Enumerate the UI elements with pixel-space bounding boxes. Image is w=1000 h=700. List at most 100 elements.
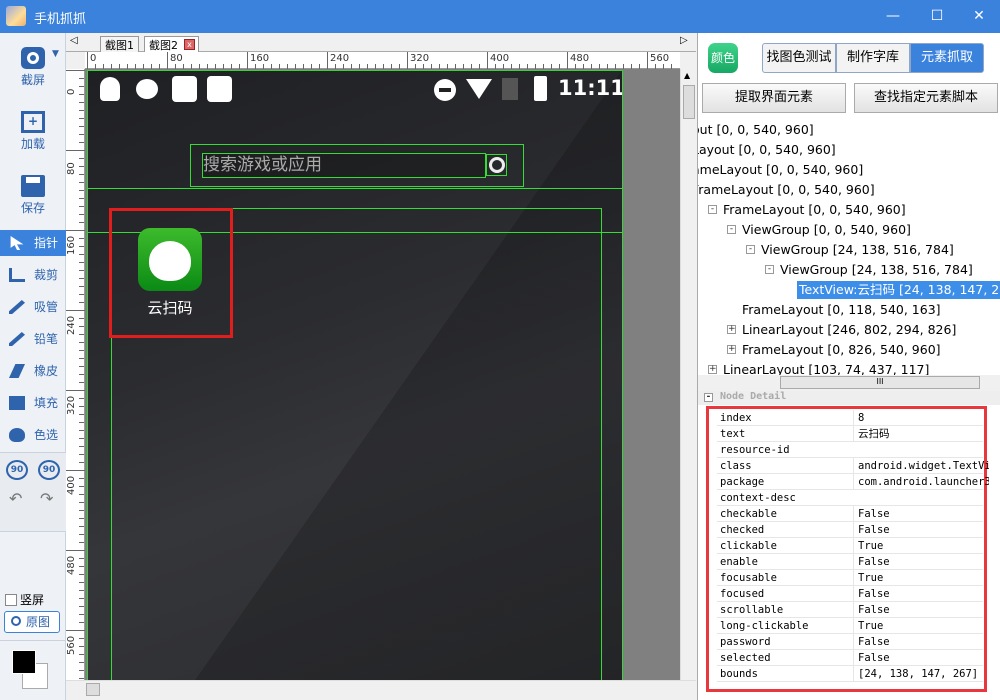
ruler-tick <box>79 662 84 663</box>
phone-screenshot[interactable]: 11:11 搜索游戏或应用 云扫码 <box>87 70 623 680</box>
color-badge[interactable]: 颜色 <box>708 43 738 73</box>
scroll-up-icon[interactable]: ▲ <box>684 71 690 80</box>
status-time: 11:11 <box>558 76 623 100</box>
tree-node[interactable]: LinearLayout [246, 802, 294, 826] <box>742 321 956 339</box>
checkbox-icon[interactable] <box>5 593 17 606</box>
expand-icon[interactable]: + <box>708 365 717 374</box>
collapse-icon[interactable]: - <box>727 225 736 234</box>
detail-value[interactable]: True <box>853 570 989 586</box>
tool-label: 裁剪 <box>34 268 59 282</box>
save-button[interactable]: 保存 <box>0 167 66 229</box>
tab-close-icon[interactable]: x <box>184 39 195 50</box>
tree-node[interactable]: ViewGroup [0, 0, 540, 960] <box>742 221 911 239</box>
detail-value[interactable]: False <box>853 586 989 602</box>
expand-icon[interactable]: + <box>727 325 736 334</box>
detail-value[interactable]: android.widget.TextView <box>853 458 989 474</box>
screenshot-button[interactable]: 截屏 ▼ <box>0 39 66 101</box>
detail-value[interactable]: com.android.launcher3 <box>853 474 989 490</box>
rotate-left-button[interactable]: 90 <box>6 460 28 480</box>
tree-node[interactable]: FrameLayout [0, 118, 540, 163] <box>742 301 941 319</box>
tool-eraser[interactable]: 橡皮 <box>0 358 66 384</box>
tool-palette[interactable]: 色选 <box>0 422 66 448</box>
tool-crop[interactable]: 裁剪 <box>0 262 66 288</box>
collapse-icon[interactable]: - <box>708 205 717 214</box>
scrollbar-thumb[interactable] <box>86 683 100 696</box>
app-label[interactable]: 云扫码 <box>128 297 212 318</box>
collapse-icon[interactable]: - <box>746 245 755 254</box>
extract-elements-button[interactable]: 提取界面元素 <box>702 83 846 113</box>
scrollbar-thumb[interactable]: III <box>780 376 980 389</box>
tree-node[interactable]: ViewGroup [24, 138, 516, 784] <box>780 261 973 279</box>
ruler-tick <box>79 294 84 295</box>
node-detail-header[interactable]: - Node Detail <box>698 391 1000 405</box>
tool-pencil[interactable]: 铅笔 <box>0 326 66 352</box>
tool-eyedropper[interactable]: 吸管 <box>0 294 66 320</box>
tool-label: 吸管 <box>34 300 59 314</box>
tree-horizontal-scrollbar[interactable]: III <box>698 375 1000 391</box>
detail-value[interactable]: False <box>853 634 989 650</box>
detail-value[interactable]: False <box>853 650 989 666</box>
ruler-tick <box>647 52 648 69</box>
dropdown-arrow-icon[interactable]: ▼ <box>52 49 59 59</box>
search-button[interactable] <box>486 154 507 176</box>
detail-value[interactable]: False <box>853 602 989 618</box>
tree-node[interactable]: ameLayout [0, 0, 540, 960] <box>698 161 863 179</box>
detail-value[interactable]: [24, 138, 147, 267] <box>853 666 989 682</box>
detail-key: enable <box>720 556 758 568</box>
detail-value[interactable]: False <box>853 522 989 538</box>
ruler-tick <box>79 270 84 271</box>
canvas-area[interactable]: 11:11 搜索游戏或应用 云扫码 <box>85 69 680 680</box>
detail-value[interactable]: True <box>853 618 989 634</box>
detail-value[interactable]: 云扫码 <box>853 426 989 442</box>
tool-label: 铅笔 <box>34 332 59 346</box>
ruler-tick <box>79 518 84 519</box>
collapse-icon[interactable]: - <box>765 265 774 274</box>
tree-node[interactable]: FrameLayout [0, 0, 540, 960] <box>698 181 875 199</box>
portrait-checkbox[interactable]: 竖屏 <box>5 591 44 608</box>
tree-node[interactable]: LinearLayout [103, 74, 437, 117] <box>723 361 929 375</box>
segment-make-font-library[interactable]: 制作字库 <box>836 43 910 73</box>
original-image-button[interactable]: 原图 <box>4 611 60 633</box>
detail-row: long-clickable True <box>717 618 983 634</box>
redo-icon[interactable]: ↷ <box>40 489 53 508</box>
tree-node[interactable]: ViewGroup [24, 138, 516, 784] <box>761 241 954 259</box>
ruler-label: 240 <box>66 315 77 335</box>
scrollbar-thumb[interactable] <box>683 85 695 119</box>
segment-element-capture[interactable]: 元素抓取 <box>910 43 984 73</box>
close-button[interactable]: ✕ <box>964 4 994 28</box>
expand-icon[interactable]: + <box>727 345 736 354</box>
app-icon-yunsaoma[interactable] <box>138 228 202 291</box>
segment-find-color-test[interactable]: 找图色测试 <box>762 43 836 73</box>
tree-node[interactable]: FrameLayout [0, 826, 540, 960] <box>742 341 941 359</box>
collapse-icon[interactable]: - <box>704 393 713 402</box>
detail-value[interactable]: True <box>853 538 989 554</box>
tool-fill[interactable]: 填充 <box>0 390 66 416</box>
element-tree[interactable]: out [0, 0, 540, 960] Layout [0, 0, 540, 9… <box>698 113 1000 375</box>
detail-value[interactable]: 8 <box>853 410 989 426</box>
foreground-color-swatch[interactable] <box>12 650 36 674</box>
tab-screenshot-2[interactable]: 截图2 x <box>144 36 199 52</box>
find-element-script-button[interactable]: 查找指定元素脚本 <box>854 83 998 113</box>
tree-node[interactable]: Layout [0, 0, 540, 960] <box>698 141 836 159</box>
tab-scroll-left-icon[interactable]: ◁ <box>70 35 78 46</box>
minimize-button[interactable]: — <box>878 4 908 28</box>
load-button[interactable]: + 加载 <box>0 103 66 165</box>
rotate-right-button[interactable]: 90 <box>38 460 60 480</box>
ruler-label: 480 <box>66 555 77 575</box>
detail-value[interactable]: False <box>853 506 989 522</box>
ruler-label: 400 <box>66 475 77 495</box>
eraser-icon <box>9 364 25 378</box>
tree-node[interactable]: out [0, 0, 540, 960] <box>698 121 814 139</box>
undo-icon[interactable]: ↶ <box>9 489 22 508</box>
tool-pointer[interactable]: 指针 <box>0 230 66 256</box>
tree-node[interactable]: FrameLayout [0, 0, 540, 960] <box>723 201 906 219</box>
tab-scroll-right-icon[interactable]: ▷ <box>680 35 688 46</box>
maximize-button[interactable]: ☐ <box>922 4 952 28</box>
horizontal-scrollbar[interactable] <box>66 680 696 698</box>
tree-node[interactable]: TextView:云扫码 [24, 138, 147, 267] <box>797 281 1000 299</box>
vertical-scrollbar[interactable]: ▲ <box>680 69 696 680</box>
ruler-top: 0 80 160 240 320 400 480 560 <box>85 52 680 69</box>
tab-screenshot-1[interactable]: 截图1 <box>100 36 139 52</box>
detail-value[interactable]: False <box>853 554 989 570</box>
search-input[interactable]: 搜索游戏或应用 <box>202 153 486 178</box>
